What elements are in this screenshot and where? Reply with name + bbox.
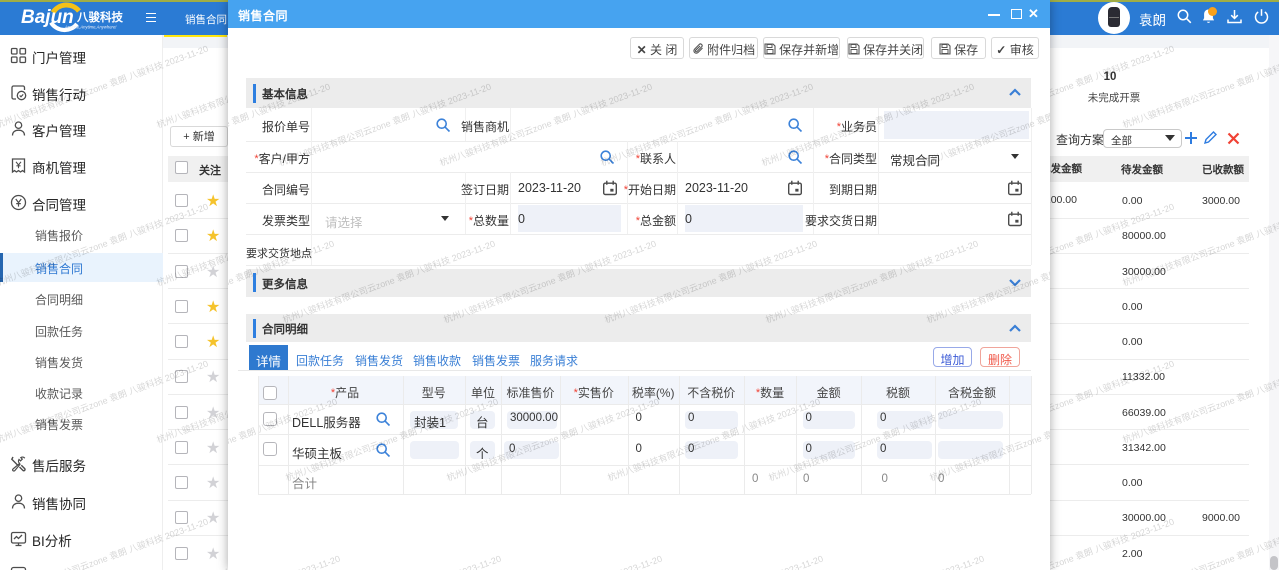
svg-text:Anyone,Anytime,Anywhere!: Anyone,Anytime,Anywhere! [64,25,117,30]
svg-text:八骏科技: 八骏科技 [76,10,123,24]
